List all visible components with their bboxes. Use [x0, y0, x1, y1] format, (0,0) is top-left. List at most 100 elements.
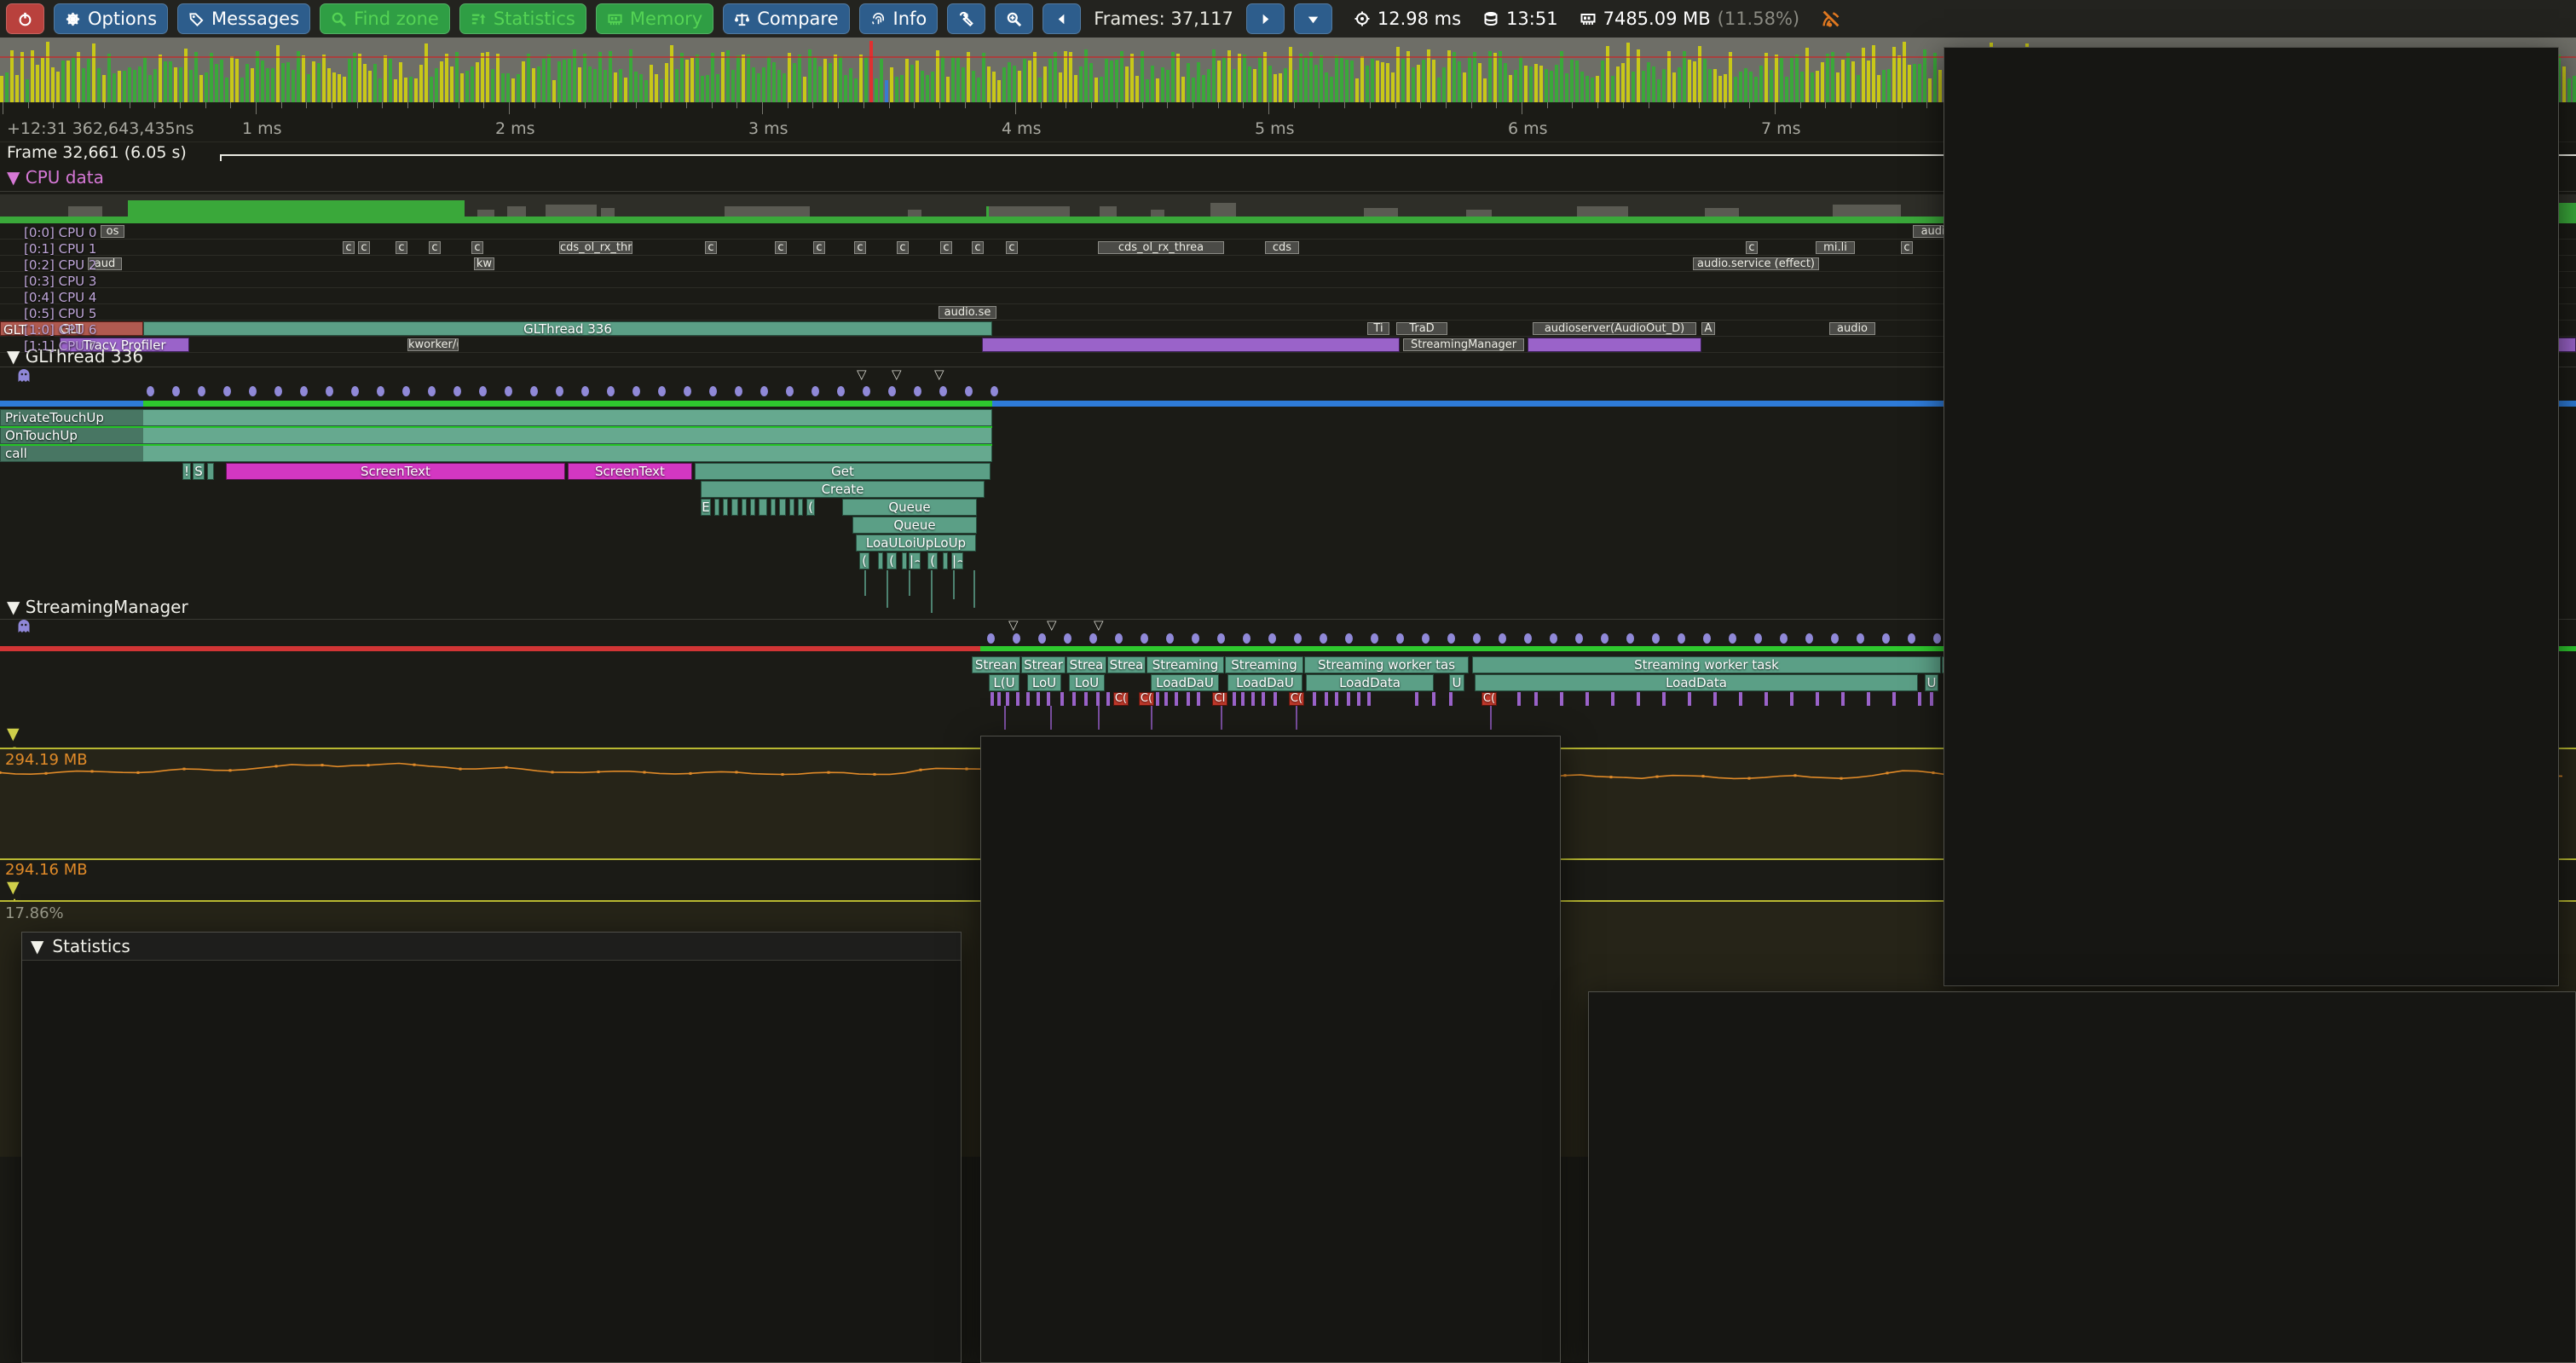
zone-bar[interactable]: L(U [989, 674, 1019, 691]
zone-bar[interactable]: ! [182, 463, 191, 480]
zone-bar[interactable]: |~ [951, 552, 963, 569]
ctx-switch-box[interactable]: audioserver(AudioOut_D) [1533, 322, 1696, 335]
zone-bar[interactable]: ScreenText [226, 463, 565, 480]
cpu-thread-bar[interactable]: GLThread 336 [143, 321, 992, 336]
zone-bar[interactable]: LoadDaU [1227, 674, 1302, 691]
memory-button[interactable]: Memory [596, 3, 713, 34]
zone-bar[interactable]: Strea [1066, 656, 1106, 673]
messages-button[interactable]: Messages [177, 3, 310, 34]
compare-button[interactable]: Compare [723, 3, 849, 34]
frame-marker[interactable]: ▽ [1047, 617, 1057, 632]
ctx-switch-box[interactable]: cds_ol_rx_threa [1098, 241, 1224, 254]
zone-bar[interactable]: C( [1481, 692, 1497, 706]
zone-bar[interactable]: ( [859, 552, 869, 569]
zone-bar[interactable]: ( [806, 499, 815, 516]
frame-marker[interactable]: ▽ [892, 367, 902, 382]
zone-bar[interactable] [0, 427, 992, 444]
ctx-switch-box[interactable]: c [940, 241, 952, 254]
ctx-switch-box[interactable]: c [1746, 241, 1758, 254]
ctx-switch-box[interactable]: cds [1265, 241, 1299, 254]
statistics-button[interactable]: Statistics [459, 3, 586, 34]
prev-frame-button[interactable] [1043, 3, 1081, 34]
zone-bar[interactable]: C( [1139, 692, 1154, 706]
ctx-switch-box[interactable]: c [471, 241, 483, 254]
cpu-data-section-header[interactable]: ▼ CPU data [7, 167, 104, 188]
statistics-window-titlebar[interactable]: ▼Statistics [22, 933, 961, 961]
ctx-switch-box[interactable]: c [429, 241, 441, 254]
zone-bar[interactable]: C( [1289, 692, 1304, 706]
zone-bar [902, 552, 907, 569]
zone-bar[interactable]: Create [701, 481, 985, 498]
tools-button[interactable] [947, 3, 985, 34]
ctx-switch-box[interactable]: A [1701, 322, 1715, 335]
zone-bar[interactable]: Streaming [1146, 656, 1224, 673]
zone-bar[interactable]: Queue [842, 499, 977, 516]
streaming-section-header[interactable]: ▼ StreamingManager [7, 597, 188, 634]
ctx-switch-box[interactable]: c [343, 241, 355, 254]
ctx-switch-box[interactable]: c [1006, 241, 1018, 254]
zone-bar[interactable] [0, 445, 992, 462]
ctx-switch-box[interactable]: c [358, 241, 370, 254]
frame-marker[interactable]: ▽ [1094, 617, 1104, 632]
frame-set-button[interactable] [1294, 3, 1332, 34]
ctx-switch-box[interactable]: os [101, 225, 124, 238]
ctx-switch-box[interactable]: kworker/( [407, 338, 459, 351]
zone-bar[interactable]: ScreenText [568, 463, 692, 480]
find-zone-button[interactable]: Find zone [320, 3, 450, 34]
options-button[interactable]: Options [54, 3, 168, 34]
zone-bar[interactable]: Streaming worker task [1472, 656, 1941, 673]
zone-bar[interactable]: Streaming worker tas [1304, 656, 1469, 673]
ctx-switch-box[interactable]: StreamingManager [1403, 338, 1524, 351]
zone-bar[interactable]: U [1925, 674, 1938, 691]
frame-marker[interactable]: ▽ [857, 367, 867, 382]
ctx-switch-box[interactable]: mi.li [1816, 241, 1855, 254]
ctx-switch-box[interactable]: c [775, 241, 787, 254]
zone-bar[interactable]: Strean [972, 656, 1020, 673]
ctx-switch-box[interactable]: audio.se [939, 306, 996, 319]
zone-bar[interactable]: ( [927, 552, 938, 569]
cpu-thread-bar[interactable] [982, 338, 1400, 352]
zone-bar[interactable]: Strea [1107, 656, 1146, 673]
ctx-switch-box[interactable]: c [972, 241, 984, 254]
zone-bar[interactable]: LoadDaU [1151, 674, 1219, 691]
zone-bar[interactable]: C( [1113, 692, 1129, 706]
streaming-title: StreamingManager [26, 597, 188, 617]
frame-marker[interactable]: ▽ [934, 367, 944, 382]
zoom-search-button[interactable] [995, 3, 1033, 34]
zone-bar[interactable]: Streaming [1225, 656, 1303, 673]
ctx-switch-box[interactable]: kw [474, 257, 494, 270]
zone-bar[interactable]: CI [1212, 692, 1227, 706]
zone-bar[interactable]: |~ [909, 552, 921, 569]
ctx-switch-box[interactable]: c [396, 241, 407, 254]
zone-bar[interactable]: S [193, 463, 205, 480]
zone-bar[interactable]: Get [695, 463, 991, 480]
cpu-thread-bar[interactable] [1528, 338, 1701, 352]
ctx-switch-box[interactable]: c [1901, 241, 1913, 254]
zone-bar[interactable]: LoadData [1475, 674, 1918, 691]
zone-bar[interactable]: LoU [1027, 674, 1061, 691]
ctx-switch-box[interactable]: audio.service (effect) [1693, 257, 1819, 270]
ctx-switch-box[interactable]: c [854, 241, 866, 254]
ctx-switch-box[interactable]: Ti [1367, 322, 1389, 335]
next-frame-button[interactable] [1246, 3, 1285, 34]
zone-bar[interactable]: U [1449, 674, 1464, 691]
ctx-switch-box[interactable]: audio [1829, 322, 1875, 335]
zone-bar[interactable]: Strear [1021, 656, 1066, 673]
zone-bar[interactable]: Queue [852, 517, 977, 534]
cpu-row-label: [0:2] CPU 2 [24, 257, 96, 273]
zone-bar[interactable]: LoadData [1306, 674, 1434, 691]
ctx-switch-box[interactable]: c [705, 241, 717, 254]
frame-marker[interactable]: ▽ [1008, 617, 1019, 632]
zone-bar[interactable] [0, 409, 992, 426]
ctx-switch-box[interactable]: c [813, 241, 825, 254]
zone-bar[interactable]: LoaULoiUpLoUp [856, 534, 976, 552]
ghost-icon [15, 367, 143, 384]
zone-bar[interactable]: LoU [1069, 674, 1105, 691]
info-button[interactable]: Info [859, 3, 939, 34]
power-button[interactable] [6, 3, 44, 34]
ctx-switch-box[interactable]: c [897, 241, 909, 254]
zone-bar[interactable]: E [701, 499, 711, 516]
ctx-switch-box[interactable]: cds_ol_rx_thr [559, 241, 632, 254]
ctx-switch-box[interactable]: TraD [1396, 322, 1447, 335]
zone-bar[interactable]: ( [887, 552, 897, 569]
